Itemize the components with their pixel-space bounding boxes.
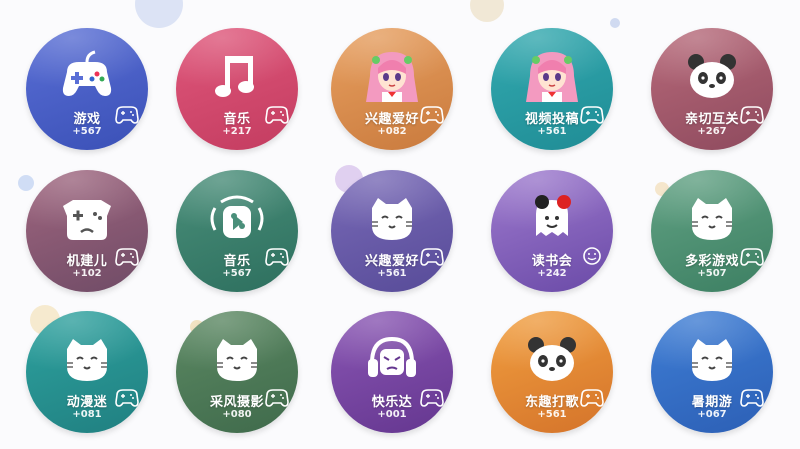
community-tile[interactable]: 暑期游 +067 bbox=[651, 311, 773, 433]
headphones-icon bbox=[362, 329, 422, 389]
community-tile[interactable]: 读书会 +242 bbox=[491, 170, 613, 292]
controller-badge-icon bbox=[114, 246, 140, 266]
smile-badge-icon bbox=[579, 246, 605, 266]
tile-member-count: +217 bbox=[222, 126, 252, 137]
controller-badge-icon bbox=[739, 246, 765, 266]
controller-badge-icon bbox=[579, 104, 605, 124]
controller-badge-icon bbox=[264, 246, 290, 266]
cat-face-icon bbox=[207, 329, 267, 389]
panda-icon bbox=[682, 46, 742, 106]
anime-girl-icon bbox=[522, 46, 582, 106]
community-tile[interactable]: 兴趣爱好 +082 bbox=[331, 28, 453, 150]
cat-face-icon bbox=[57, 329, 117, 389]
controller-badge-icon bbox=[114, 104, 140, 124]
tile-member-count: +001 bbox=[377, 409, 407, 420]
tile-member-count: +242 bbox=[537, 268, 567, 279]
anime-girl-icon bbox=[362, 46, 422, 106]
community-tile[interactable]: 多彩游戏 +507 bbox=[651, 170, 773, 292]
tile-member-count: +567 bbox=[222, 268, 252, 279]
community-tile[interactable]: 亲切互关 +267 bbox=[651, 28, 773, 150]
gamepad-icon bbox=[57, 46, 117, 106]
controller-badge-icon bbox=[114, 387, 140, 407]
controller-badge-icon bbox=[419, 246, 445, 266]
community-tile[interactable]: 动漫迷 +081 bbox=[26, 311, 148, 433]
controller-badge-icon bbox=[739, 104, 765, 124]
robot-dog-icon bbox=[57, 188, 117, 248]
tile-member-count: +567 bbox=[72, 126, 102, 137]
cat-face-icon bbox=[682, 188, 742, 248]
music-note-icon bbox=[207, 46, 267, 106]
controller-badge-icon bbox=[579, 387, 605, 407]
community-tile[interactable]: 音乐 +567 bbox=[176, 170, 298, 292]
tile-member-count: +081 bbox=[72, 409, 102, 420]
community-tile[interactable]: 音乐 +217 bbox=[176, 28, 298, 150]
ghost-icon bbox=[522, 188, 582, 248]
tile-member-count: +080 bbox=[222, 409, 252, 420]
tile-member-count: +561 bbox=[537, 126, 567, 137]
controller-badge-icon bbox=[739, 387, 765, 407]
controller-badge-icon bbox=[419, 104, 445, 124]
community-tile[interactable]: 快乐达 +001 bbox=[331, 311, 453, 433]
tile-member-count: +102 bbox=[72, 268, 102, 279]
tile-member-count: +082 bbox=[377, 126, 407, 137]
tile-member-count: +561 bbox=[537, 409, 567, 420]
tile-member-count: +267 bbox=[697, 126, 727, 137]
controller-badge-icon bbox=[264, 104, 290, 124]
cat-face-icon bbox=[362, 188, 422, 248]
cat-face-icon bbox=[682, 329, 742, 389]
community-tile[interactable]: 游戏 +567 bbox=[26, 28, 148, 150]
community-tile[interactable]: 采风摄影 +080 bbox=[176, 311, 298, 433]
community-grid: 游戏 +567 音乐 +217 兴趣爱好 +082 视频投稿 +561 亲切互关 +267 机建儿 +… bbox=[0, 0, 800, 449]
tile-member-count: +507 bbox=[697, 268, 727, 279]
community-tile[interactable]: 兴趣爱好 +561 bbox=[331, 170, 453, 292]
community-tile[interactable]: 机建儿 +102 bbox=[26, 170, 148, 292]
tile-member-count: +561 bbox=[377, 268, 407, 279]
controller-badge-icon bbox=[264, 387, 290, 407]
community-tile[interactable]: 视频投稿 +561 bbox=[491, 28, 613, 150]
community-tile[interactable]: 东趣打歌 +561 bbox=[491, 311, 613, 433]
panda-icon bbox=[522, 329, 582, 389]
tile-member-count: +067 bbox=[697, 409, 727, 420]
controller-badge-icon bbox=[419, 387, 445, 407]
speaker-icon bbox=[207, 188, 267, 248]
